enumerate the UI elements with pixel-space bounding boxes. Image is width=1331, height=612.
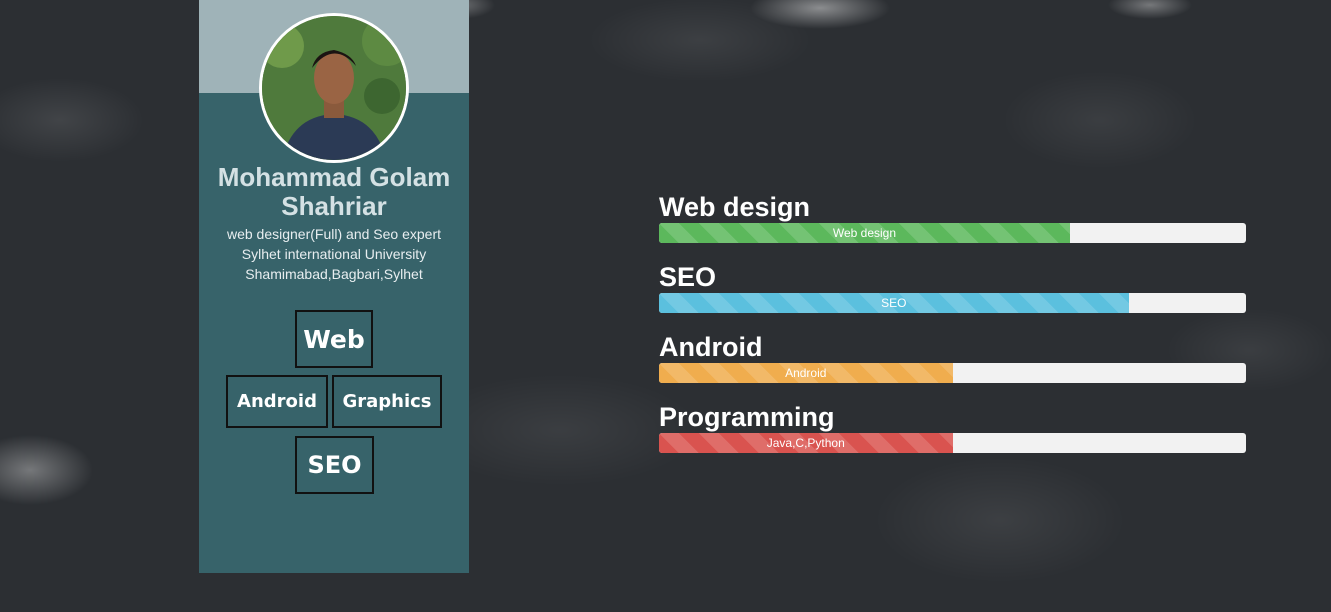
skill-programming: Programming Java,C,Python <box>659 402 1246 472</box>
skill-title: Programming <box>659 402 835 432</box>
android-button[interactable]: Android <box>226 375 328 428</box>
graphics-button[interactable]: Graphics <box>332 375 442 428</box>
skill-web-design: Web design Web design <box>659 192 1246 262</box>
skills-panel: Web design Web design SEO SEO Android An… <box>659 192 1246 472</box>
progress-fill: Java,C,Python <box>659 433 953 453</box>
seo-button[interactable]: SEO <box>295 436 374 494</box>
profile-university: Sylhet international University <box>241 246 427 262</box>
progress-fill: Web design <box>659 223 1070 243</box>
skill-title: Web design <box>659 192 811 222</box>
skill-title: Android <box>659 332 763 362</box>
profile-info: web designer(Full) and Seo expert Sylhet… <box>199 224 469 284</box>
progress-bar: SEO <box>659 293 1246 313</box>
profile-card: Mohammad Golam Shahriar web designer(Ful… <box>199 0 469 573</box>
progress-fill: Android <box>659 363 953 383</box>
web-button[interactable]: Web <box>295 310 373 368</box>
progress-bar: Web design <box>659 223 1246 243</box>
progress-bar: Java,C,Python <box>659 433 1246 453</box>
skill-android: Android Android <box>659 332 1246 402</box>
progress-fill: SEO <box>659 293 1129 313</box>
skill-title: SEO <box>659 262 717 292</box>
profile-name: Mohammad Golam Shahriar <box>217 162 451 221</box>
avatar <box>259 13 409 163</box>
progress-bar: Android <box>659 363 1246 383</box>
profile-role: web designer(Full) and Seo expert <box>226 226 441 242</box>
skill-seo: SEO SEO <box>659 262 1246 332</box>
profile-address: Shamimabad,Bagbari,Sylhet <box>245 266 423 282</box>
